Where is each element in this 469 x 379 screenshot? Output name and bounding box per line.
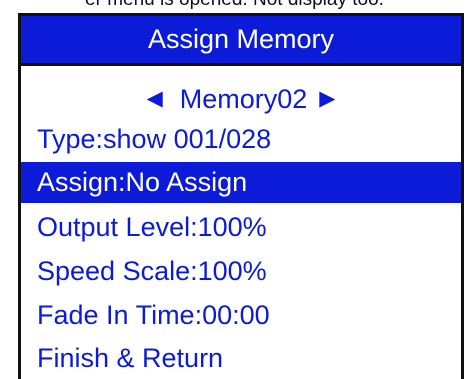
triangle-right-icon[interactable]: ▶ <box>315 79 339 119</box>
menu-item-type[interactable]: Type:show 001/028 <box>21 119 461 160</box>
menu-item-fade-in-time[interactable]: Fade In Time:00:00 <box>21 295 461 336</box>
menu-item-output-level[interactable]: Output Level:100% <box>21 207 461 248</box>
menu-item-finish-return[interactable]: Finish & Return <box>21 338 461 379</box>
menu-title: Assign Memory <box>21 16 461 63</box>
triangle-left-icon[interactable]: ◀ <box>143 79 167 119</box>
memory-name: Memory02 <box>179 84 308 114</box>
menu-item-speed-scale[interactable]: Speed Scale:100% <box>21 251 461 292</box>
cropped-caption-text: er menu is opened. Not display too. <box>0 0 469 12</box>
lcd-menu-screen: Assign Memory ◀ Memory02 ▶ Type:show 001… <box>18 13 464 379</box>
menu-item-assign[interactable]: Assign:No Assign <box>21 162 461 203</box>
memory-selector[interactable]: ◀ Memory02 ▶ <box>21 79 461 119</box>
title-divider <box>21 63 461 66</box>
